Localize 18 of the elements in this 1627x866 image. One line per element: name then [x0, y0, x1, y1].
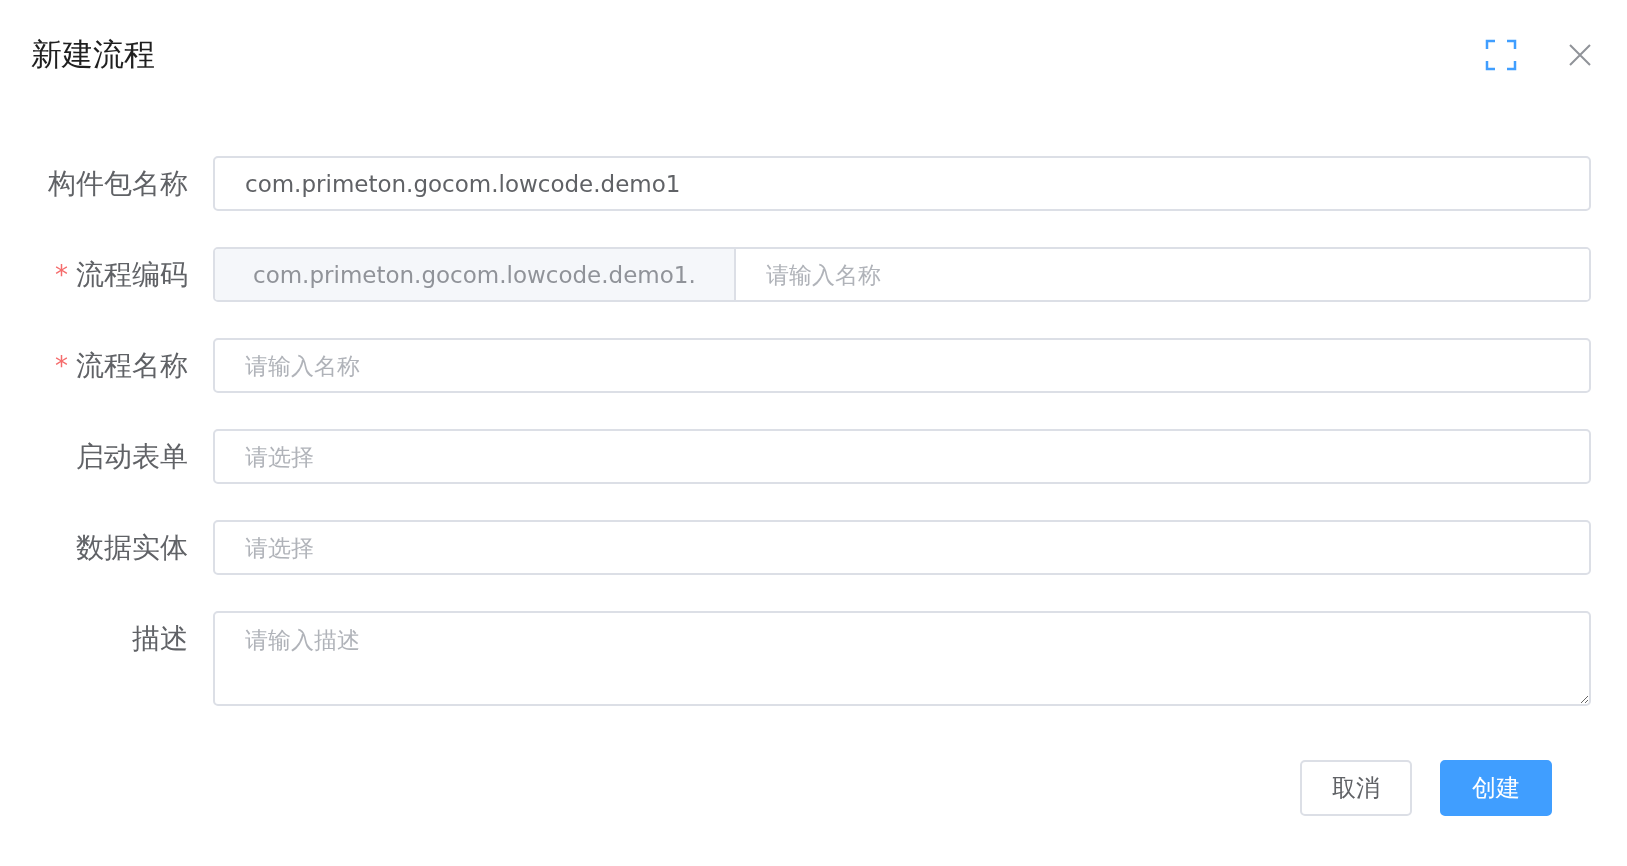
field-label: 流程编码 [76, 256, 188, 293]
close-icon[interactable] [1569, 44, 1591, 66]
cancel-button[interactable]: 取消 [1300, 760, 1412, 816]
description-field[interactable]: 请输入描述 [213, 611, 1591, 706]
field-label: 构件包名称 [48, 165, 188, 202]
fullscreen-icon[interactable] [1485, 39, 1517, 71]
dialog-title: 新建流程 [31, 35, 156, 74]
required-mark: * [55, 259, 68, 290]
input-field[interactable]: 请选择 [213, 429, 1591, 484]
prefix-text: com.primeton.gocom.lowcode.demo1. [215, 249, 736, 300]
input-field[interactable]: 请选择 [213, 520, 1591, 575]
field-label: 描述 [132, 620, 188, 657]
field-label: 启动表单 [76, 438, 188, 475]
field-label: 数据实体 [76, 529, 188, 566]
required-mark: * [55, 350, 68, 381]
field-label: 流程名称 [76, 347, 188, 384]
input-field[interactable]: com.primeton.gocom.lowcode.demo1 [213, 156, 1591, 211]
input-field[interactable]: 请输入名称 [213, 338, 1591, 393]
